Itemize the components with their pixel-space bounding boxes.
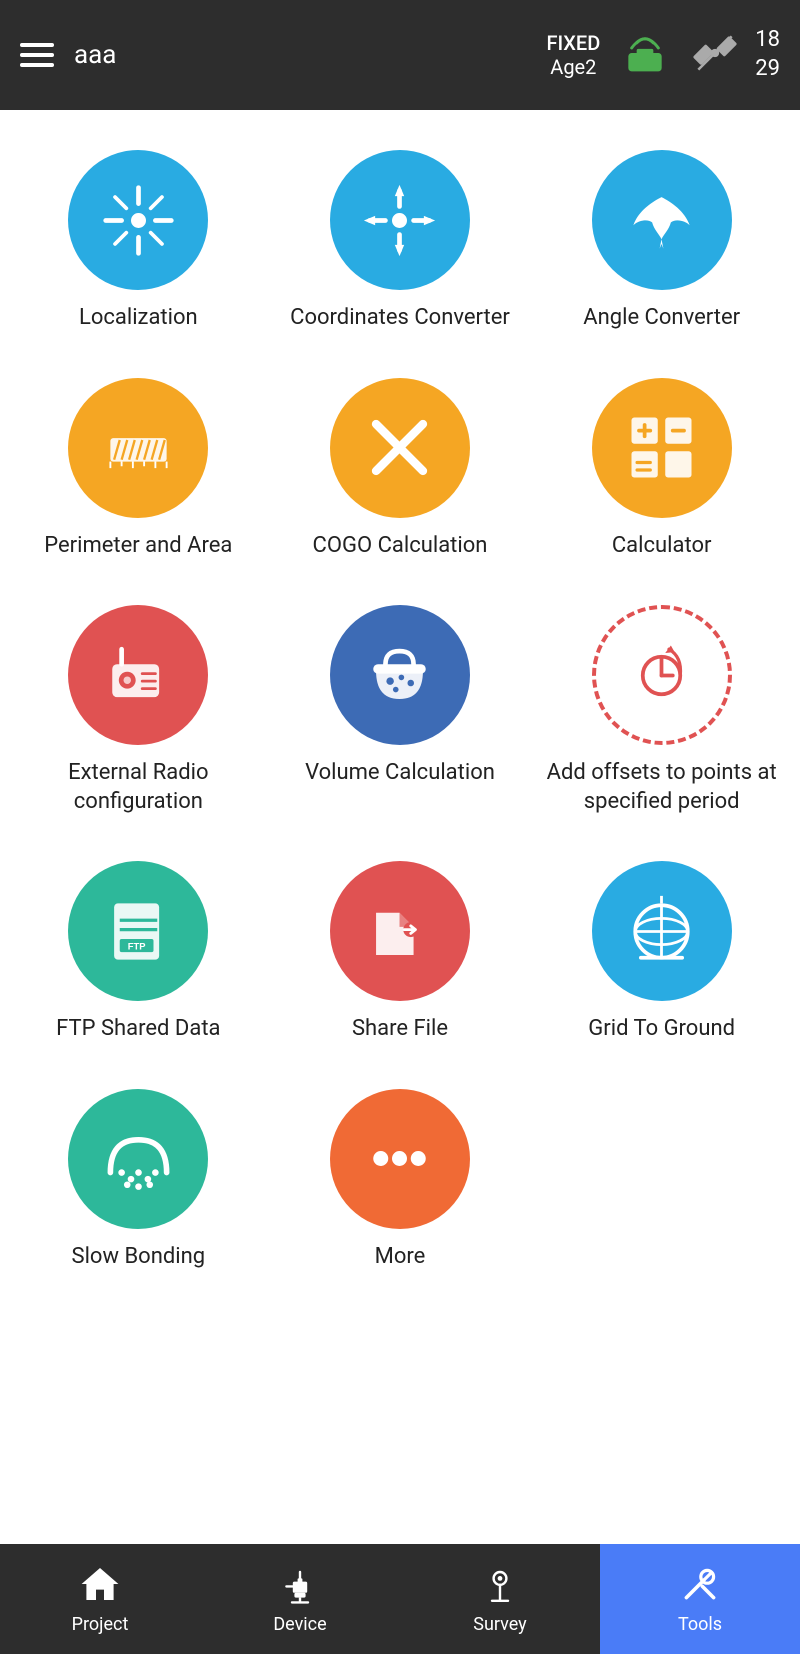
count-top: 18	[755, 26, 780, 55]
slow-bonding-icon	[68, 1089, 208, 1229]
volume-icon	[330, 605, 470, 745]
tool-grid-to-ground[interactable]: Grid To Ground	[533, 841, 790, 1059]
share-icon	[330, 861, 470, 1001]
tool-volume-calculation[interactable]: Volume Calculation	[272, 585, 529, 831]
calculator-label: Calculator	[612, 532, 712, 561]
gps-status: FIXED Age2	[546, 31, 600, 79]
radio-label: External Radio configuration	[20, 759, 257, 816]
calculator-icon	[592, 378, 732, 518]
count-bottom: 29	[755, 55, 780, 84]
ftp-icon: FTP	[68, 861, 208, 1001]
perimeter-icon	[68, 378, 208, 518]
gps-age-label: Age2	[550, 55, 596, 79]
coordinates-label: Coordinates Converter	[290, 304, 510, 333]
tools-grid-container: Localization Coordinates Converter	[0, 110, 800, 1544]
menu-button[interactable]	[20, 43, 54, 67]
home-icon	[80, 1564, 120, 1608]
satellite-icon	[690, 28, 740, 82]
angle-icon	[592, 150, 732, 290]
tools-icon	[680, 1564, 720, 1608]
nav-project-label: Project	[72, 1614, 129, 1635]
grid-ground-label: Grid To Ground	[588, 1015, 735, 1044]
tool-localization[interactable]: Localization	[10, 130, 267, 348]
ftp-label: FTP Shared Data	[56, 1015, 220, 1044]
device-icon	[280, 1564, 320, 1608]
share-label: Share File	[352, 1015, 448, 1044]
tool-ftp-shared-data[interactable]: FTP FTP Shared Data	[10, 841, 267, 1059]
bottom-navigation: Project Device Survey	[0, 1544, 800, 1654]
tool-cogo-calculation[interactable]: COGO Calculation	[272, 358, 529, 576]
username-label: aaa	[74, 40, 116, 70]
app-header: aaa FIXED Age2 18 29	[0, 0, 800, 110]
more-label: More	[375, 1243, 426, 1272]
tool-add-offsets[interactable]: Add offsets to points at specified perio…	[533, 585, 790, 831]
nav-survey[interactable]: Survey	[400, 1544, 600, 1654]
tools-grid: Localization Coordinates Converter	[10, 130, 790, 1297]
tool-more[interactable]: More	[272, 1069, 529, 1287]
cogo-icon	[330, 378, 470, 518]
survey-icon	[480, 1564, 520, 1608]
tool-coordinates-converter[interactable]: Coordinates Converter	[272, 130, 529, 348]
nav-project[interactable]: Project	[0, 1544, 200, 1654]
nav-tools[interactable]: Tools	[600, 1544, 800, 1654]
grid-ground-icon	[592, 861, 732, 1001]
slow-bonding-label: Slow Bonding	[72, 1243, 206, 1272]
tool-share-file[interactable]: Share File	[272, 841, 529, 1059]
tool-angle-converter[interactable]: Angle Converter	[533, 130, 790, 348]
nav-device-label: Device	[273, 1614, 326, 1635]
tool-perimeter-area[interactable]: Perimeter and Area	[10, 358, 267, 576]
localization-label: Localization	[79, 304, 198, 333]
nav-tools-label: Tools	[678, 1614, 722, 1635]
localization-icon	[68, 150, 208, 290]
tool-calculator[interactable]: Calculator	[533, 358, 790, 576]
cogo-label: COGO Calculation	[313, 532, 488, 561]
wifi-icon	[620, 28, 670, 82]
gps-fixed-label: FIXED	[546, 31, 600, 55]
volume-label: Volume Calculation	[305, 759, 495, 788]
nav-survey-label: Survey	[473, 1614, 526, 1635]
svg-text:FTP: FTP	[128, 941, 146, 951]
angle-label: Angle Converter	[583, 304, 740, 333]
tool-slow-bonding[interactable]: Slow Bonding	[10, 1069, 267, 1287]
offsets-label: Add offsets to points at specified perio…	[543, 759, 780, 816]
satellite-counts: 18 29	[755, 26, 780, 83]
more-icon	[330, 1089, 470, 1229]
offsets-icon	[592, 605, 732, 745]
tool-external-radio[interactable]: External Radio configuration	[10, 585, 267, 831]
nav-device[interactable]: Device	[200, 1544, 400, 1654]
coordinates-icon	[330, 150, 470, 290]
radio-icon	[68, 605, 208, 745]
perimeter-label: Perimeter and Area	[44, 532, 232, 561]
